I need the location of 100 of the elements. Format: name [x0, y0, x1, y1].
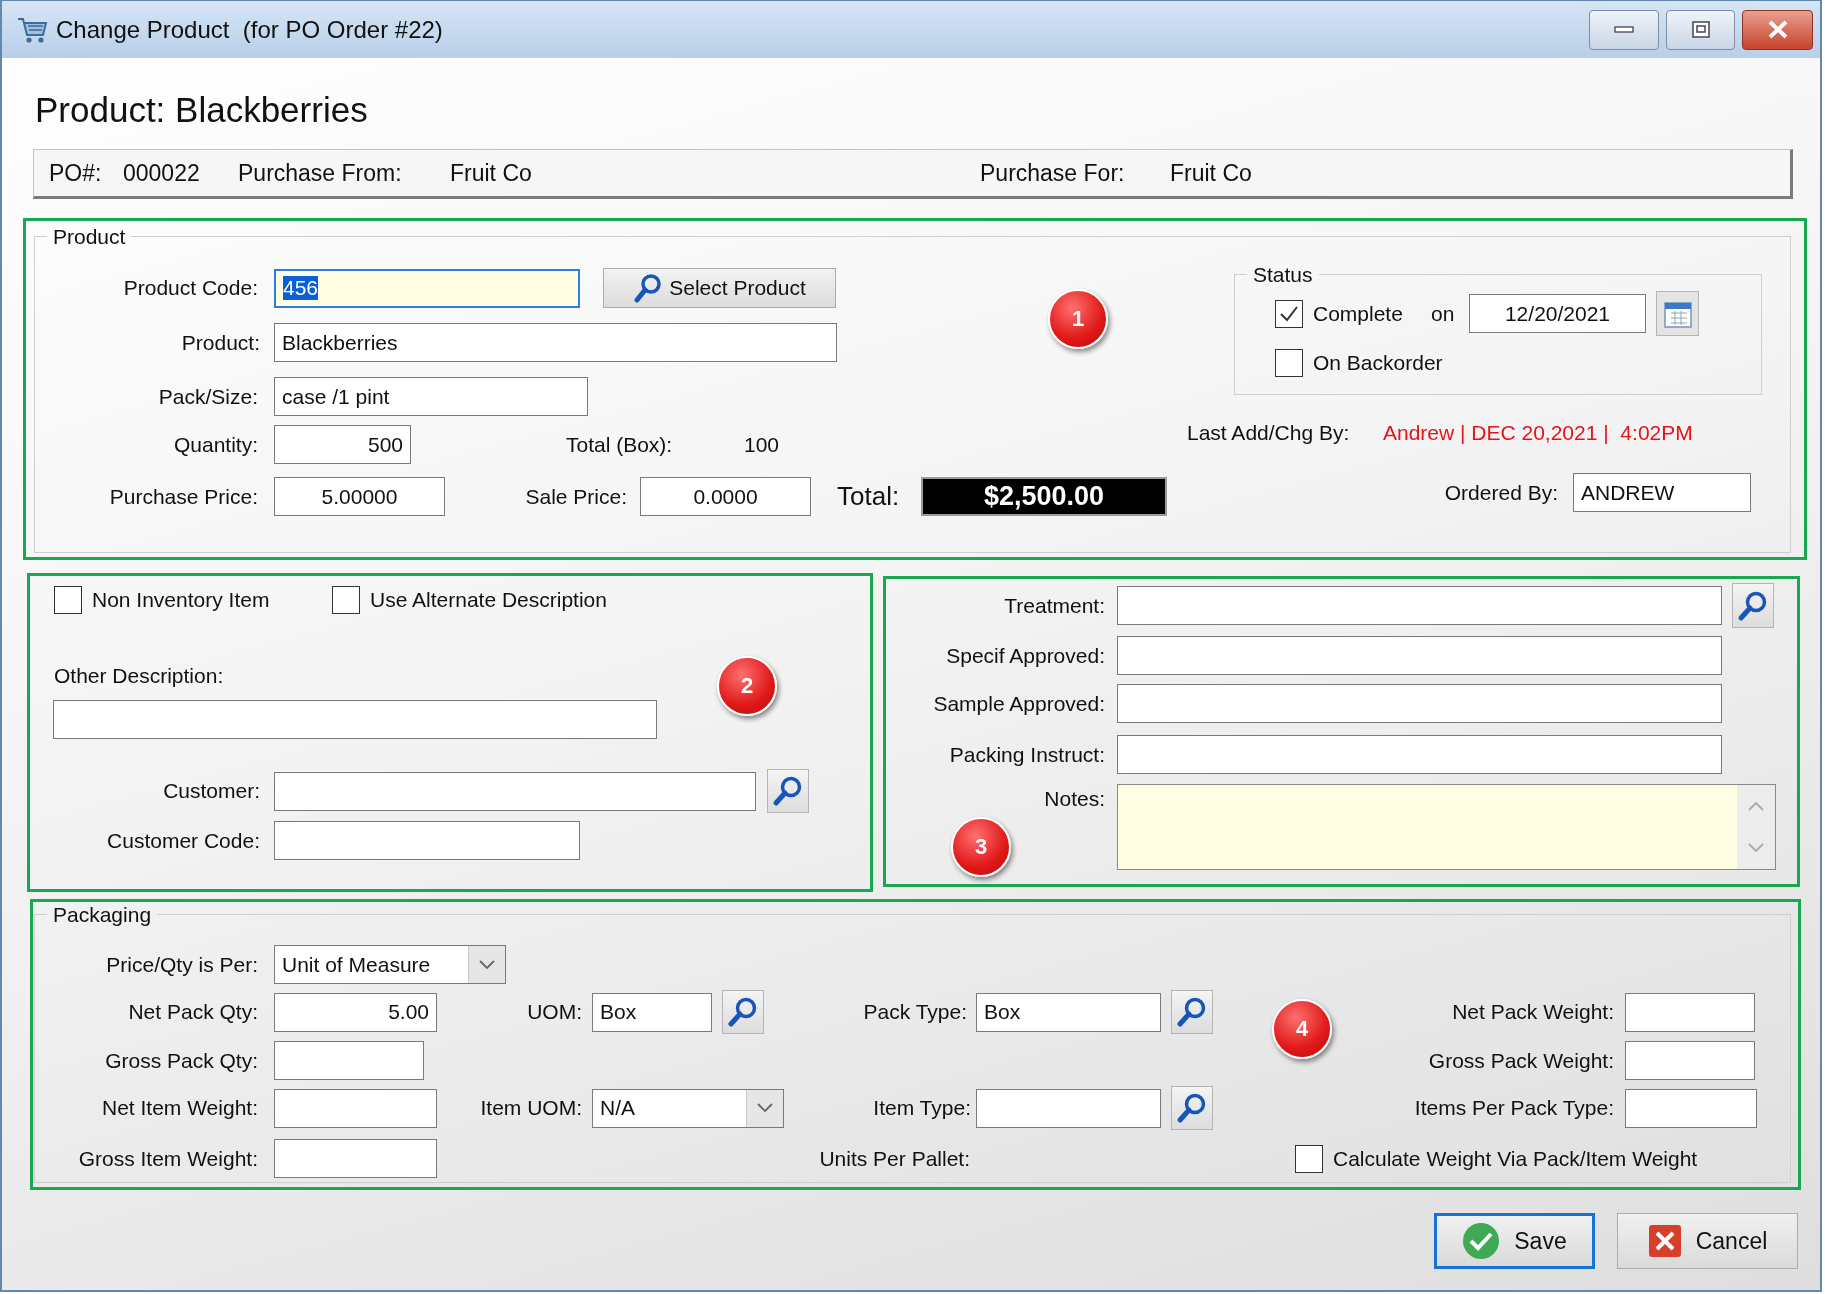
step-badge: 1 [1048, 289, 1108, 349]
search-icon [1176, 996, 1208, 1028]
product-code-field[interactable]: 456 [274, 268, 580, 308]
field-label: Packing Instruct: [948, 742, 1105, 767]
field-label: Product Code: [122, 276, 258, 300]
product-field[interactable]: Blackberries [274, 323, 837, 362]
date-field[interactable]: 12/20/2021 [1469, 294, 1646, 333]
field-label: Units Per Pallet: [818, 1146, 970, 1171]
field-label: Customer Code: [106, 828, 260, 853]
field-label: on [1431, 301, 1456, 326]
field-label: Total (Box): [566, 432, 674, 457]
treatment-field[interactable] [1117, 586, 1722, 625]
pack-type-field[interactable]: Box [976, 992, 1161, 1032]
alternate-description-checkbox[interactable]: Use Alternate Description [332, 585, 652, 615]
field-label: Net Item Weight: [101, 1096, 258, 1120]
field-label: Treatment: [1003, 593, 1105, 618]
field-label: Sample Approved: [932, 691, 1105, 716]
net-pack-qty-field[interactable]: 5.00 [274, 992, 437, 1032]
purchase-price-field[interactable]: 5.00000 [274, 477, 445, 516]
step-badge: 3 [951, 817, 1011, 877]
customer-code-field[interactable] [274, 821, 580, 860]
field-label: Notes: [1043, 787, 1105, 811]
price-per-dropdown[interactable]: Unit of Measure [274, 945, 506, 984]
search-icon [633, 273, 664, 303]
customer-field[interactable] [274, 771, 756, 811]
packing-instruct-field[interactable] [1117, 735, 1722, 774]
field-label: Items Per Pack Type: [1413, 1096, 1614, 1120]
total-box-value: 100 [744, 432, 781, 457]
gross-item-weight-field[interactable] [274, 1139, 437, 1178]
field-label: Product: [180, 330, 260, 355]
net-pack-weight-field[interactable] [1625, 992, 1755, 1032]
search-icon [772, 775, 804, 807]
chevron-down-icon [757, 1103, 773, 1113]
window-title: Change Product (for PO Order #22) [56, 15, 443, 44]
ordered-by-field[interactable]: ANDREW [1573, 473, 1751, 512]
field-label: Item UOM: [479, 1096, 582, 1120]
search-button[interactable] [1732, 583, 1774, 628]
scrollbar[interactable] [1737, 785, 1775, 869]
sample-approved-field[interactable] [1117, 684, 1722, 723]
gross-pack-weight-field[interactable] [1625, 1041, 1755, 1080]
field-label: Other Description: [54, 664, 225, 688]
calendar-button[interactable] [1656, 291, 1699, 336]
search-icon [727, 996, 759, 1028]
close-button[interactable] [1742, 9, 1813, 50]
quantity-field[interactable]: 500 [274, 425, 411, 464]
field-label: Price/Qty is Per: [105, 952, 258, 977]
items-per-pack-type-field[interactable] [1625, 1088, 1757, 1128]
sale-price-field[interactable]: 0.0000 [640, 477, 811, 516]
x-icon [1647, 1224, 1682, 1258]
check-circle-icon [1462, 1222, 1501, 1260]
field-label: UOM: [526, 1000, 582, 1024]
info-label: Purchase For: [980, 159, 1126, 187]
search-button[interactable] [722, 990, 764, 1034]
field-label: Customer: [162, 779, 260, 803]
chevron-down-icon [479, 959, 495, 970]
select-product-button[interactable]: Select Product [603, 268, 836, 308]
page-heading: Product: Blackberries [35, 89, 369, 131]
field-label: Pack/Size: [157, 384, 258, 409]
dropdown-button[interactable] [746, 1089, 783, 1127]
field-label: Specif Approved: [945, 643, 1105, 668]
cancel-button[interactable]: Cancel [1617, 1213, 1798, 1269]
field-label: Item Type: [872, 1096, 971, 1120]
field-label: Last Add/Chg By: [1187, 421, 1351, 445]
specif-approved-field[interactable] [1117, 636, 1722, 675]
pack-size-field[interactable]: case /1 pint [274, 377, 588, 416]
search-icon [1737, 589, 1769, 622]
maximize-button[interactable] [1666, 9, 1735, 50]
dropdown-button[interactable] [468, 946, 505, 983]
info-value: Fruit Co [1170, 159, 1253, 187]
search-button[interactable] [1171, 1086, 1213, 1130]
calculate-weight-checkbox[interactable]: Calculate Weight Via Pack/Item Weight [1295, 1143, 1775, 1174]
complete-checkbox[interactable]: Complete [1275, 298, 1420, 329]
field-label: Quantity: [172, 432, 258, 457]
backorder-checkbox[interactable]: On Backorder [1275, 348, 1495, 378]
other-description-field[interactable] [53, 700, 657, 739]
field-label: Ordered By: [1443, 480, 1558, 505]
group-title: Packaging [52, 902, 153, 927]
field-label: Gross Item Weight: [77, 1146, 258, 1171]
net-item-weight-field[interactable] [274, 1088, 437, 1128]
minimize-button[interactable] [1589, 9, 1659, 50]
search-button[interactable] [767, 769, 809, 813]
non-inventory-checkbox[interactable]: Non Inventory Item [54, 585, 294, 615]
chevron-up-icon [1748, 801, 1764, 811]
field-label: Net Pack Weight: [1451, 1000, 1614, 1024]
field-label: Gross Pack Weight: [1427, 1048, 1614, 1073]
info-value: Fruit Co [450, 159, 533, 187]
info-value: 000022 [123, 159, 201, 187]
group-title: Status [1252, 262, 1314, 287]
item-type-field[interactable] [976, 1088, 1161, 1128]
search-icon [1176, 1092, 1208, 1124]
uom-field[interactable]: Box [592, 992, 712, 1032]
save-button[interactable]: Save [1434, 1213, 1595, 1269]
field-label: Purchase Price: [108, 484, 258, 509]
item-uom-dropdown[interactable]: N/A [592, 1088, 784, 1128]
field-label: Net Pack Qty: [127, 1000, 258, 1024]
gross-pack-qty-field[interactable] [274, 1041, 424, 1080]
step-badge: 2 [717, 656, 777, 716]
notes-field[interactable] [1117, 784, 1776, 870]
total-label: Total: [837, 481, 901, 512]
search-button[interactable] [1171, 990, 1213, 1034]
